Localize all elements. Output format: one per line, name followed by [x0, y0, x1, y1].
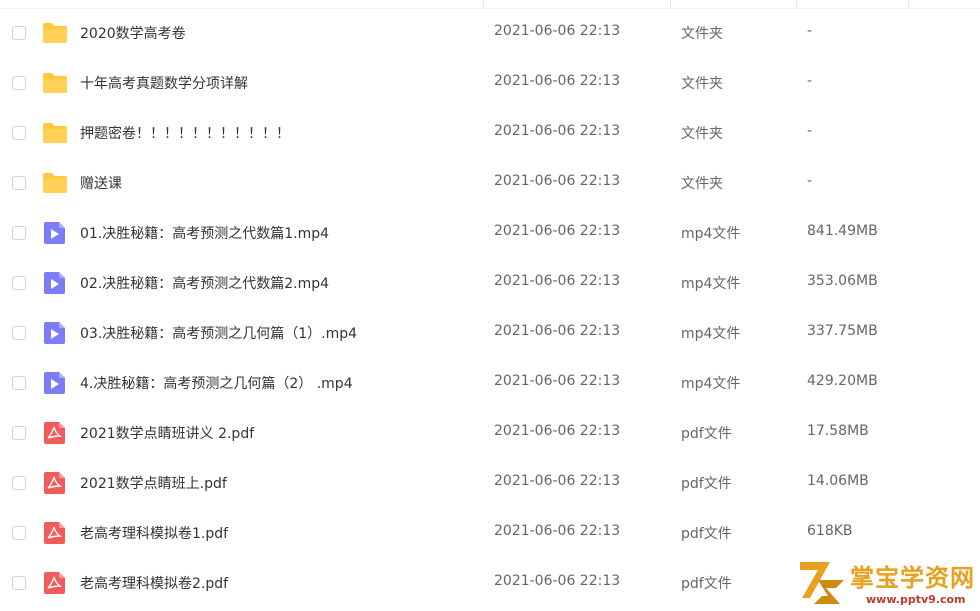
modified-date: 2021-06-06 22:13	[494, 573, 621, 589]
file-type: mp4文件	[681, 226, 741, 242]
file-row[interactable]: 02.决胜秘籍：高考预测之代数篇2.mp4 2021-06-06 22:13 mp4…	[0, 259, 980, 309]
select-checkbox[interactable]	[12, 176, 26, 190]
modified-date: 2021-06-06 22:13	[494, 423, 621, 439]
modified-date: 2021-06-06 22:13	[494, 173, 621, 189]
folder-icon	[42, 21, 68, 45]
file-name[interactable]: 赠送课	[80, 173, 122, 193]
file-type: 文件夹	[681, 26, 723, 42]
file-row[interactable]: 03.决胜秘籍：高考预测之几何篇（1）.mp4 2021-06-06 22:13 m…	[0, 309, 980, 359]
column-divider[interactable]	[908, 0, 909, 8]
file-size: 353.06MB	[807, 273, 878, 289]
file-row[interactable]: 4.决胜秘籍：高考预测之几何篇（2） .mp4 2021-06-06 22:13 m…	[0, 359, 980, 409]
file-size: -	[807, 123, 813, 139]
modified-date: 2021-06-06 22:13	[494, 23, 621, 39]
file-type: mp4文件	[681, 326, 741, 342]
file-name[interactable]: 01.决胜秘籍：高考预测之代数篇1.mp4	[80, 223, 329, 243]
file-name[interactable]: 02.决胜秘籍：高考预测之代数篇2.mp4	[80, 273, 329, 293]
select-checkbox[interactable]	[12, 326, 26, 340]
file-row[interactable]: 2020数学高考卷 2021-06-06 22:13 文件夹 -	[0, 9, 980, 59]
select-checkbox[interactable]	[12, 526, 26, 540]
select-checkbox[interactable]	[12, 376, 26, 390]
select-checkbox[interactable]	[12, 26, 26, 40]
file-size: 429.20MB	[807, 373, 878, 389]
file-row[interactable]: 2021数学点睛班讲义 2.pdf 2021-06-06 22:13 pdf文件 17…	[0, 409, 980, 459]
video-file-icon	[42, 221, 68, 245]
column-divider[interactable]	[483, 0, 484, 8]
select-checkbox[interactable]	[12, 576, 26, 590]
file-name[interactable]: 03.决胜秘籍：高考预测之几何篇（1）.mp4	[80, 323, 357, 343]
watermark-url: www.pptv9.com	[866, 593, 966, 606]
folder-icon	[42, 121, 68, 145]
file-row[interactable]: 2021数学点睛班上.pdf 2021-06-06 22:13 pdf文件 14.06…	[0, 459, 980, 509]
video-file-icon	[42, 371, 68, 395]
file-row[interactable]: 01.决胜秘籍：高考预测之代数篇1.mp4 2021-06-06 22:13 mp4…	[0, 209, 980, 259]
file-row[interactable]: 老高考理科模拟卷1.pdf 2021-06-06 22:13 pdf文件 618KB	[0, 509, 980, 559]
file-size: 618KB	[807, 523, 853, 539]
modified-date: 2021-06-06 22:13	[494, 73, 621, 89]
file-size: -	[807, 23, 813, 39]
modified-date: 2021-06-06 22:13	[494, 273, 621, 289]
pdf-file-icon	[42, 521, 68, 545]
watermark: 7Z 掌宝学资网 www.pptv9.com	[790, 556, 980, 611]
modified-date: 2021-06-06 22:13	[494, 523, 621, 539]
file-type: 文件夹	[681, 76, 723, 92]
file-type: 文件夹	[681, 126, 723, 142]
file-size: 337.75MB	[807, 323, 878, 339]
select-checkbox[interactable]	[12, 276, 26, 290]
file-name[interactable]: 十年高考真题数学分项详解	[80, 73, 248, 93]
watermark-logo: 7Z	[800, 562, 844, 604]
file-list: 2020数学高考卷 2021-06-06 22:13 文件夹 - 十年高考真题数学分项详…	[0, 9, 980, 609]
file-name[interactable]: 老高考理科模拟卷1.pdf	[80, 523, 228, 543]
file-size: 17.58MB	[807, 423, 869, 439]
pdf-file-icon	[42, 571, 68, 595]
modified-date: 2021-06-06 22:13	[494, 223, 621, 239]
file-size: -	[807, 173, 813, 189]
file-name[interactable]: 2021数学点睛班上.pdf	[80, 473, 227, 493]
file-size: 14.06MB	[807, 473, 869, 489]
file-name[interactable]: 2021数学点睛班讲义 2.pdf	[80, 423, 254, 443]
file-size: 841.49MB	[807, 223, 878, 239]
column-divider[interactable]	[670, 0, 671, 8]
file-name[interactable]: 2020数学高考卷	[80, 23, 186, 43]
file-type: pdf文件	[681, 426, 732, 442]
file-size: -	[807, 73, 813, 89]
video-file-icon	[42, 321, 68, 345]
pdf-file-icon	[42, 471, 68, 495]
file-type: pdf文件	[681, 526, 732, 542]
file-type: pdf文件	[681, 476, 732, 492]
select-checkbox[interactable]	[12, 426, 26, 440]
file-type: mp4文件	[681, 376, 741, 392]
column-header-strip	[0, 0, 980, 9]
video-file-icon	[42, 271, 68, 295]
file-name[interactable]: 押题密卷！！！！！！！！！！！	[80, 123, 290, 143]
modified-date: 2021-06-06 22:13	[494, 123, 621, 139]
folder-icon	[42, 71, 68, 95]
select-checkbox[interactable]	[12, 476, 26, 490]
folder-icon	[42, 171, 68, 195]
file-name[interactable]: 老高考理科模拟卷2.pdf	[80, 573, 228, 593]
file-row[interactable]: 押题密卷！！！！！！！！！！！ 2021-06-06 22:13 文件夹 -	[0, 109, 980, 159]
select-checkbox[interactable]	[12, 126, 26, 140]
column-divider[interactable]	[796, 0, 797, 8]
modified-date: 2021-06-06 22:13	[494, 323, 621, 339]
select-checkbox[interactable]	[12, 76, 26, 90]
modified-date: 2021-06-06 22:13	[494, 373, 621, 389]
file-name[interactable]: 4.决胜秘籍：高考预测之几何篇（2） .mp4	[80, 373, 353, 393]
file-type: mp4文件	[681, 276, 741, 292]
file-row[interactable]: 赠送课 2021-06-06 22:13 文件夹 -	[0, 159, 980, 209]
file-type: pdf文件	[681, 576, 732, 592]
pdf-file-icon	[42, 421, 68, 445]
modified-date: 2021-06-06 22:13	[494, 473, 621, 489]
file-row[interactable]: 十年高考真题数学分项详解 2021-06-06 22:13 文件夹 -	[0, 59, 980, 109]
file-type: 文件夹	[681, 176, 723, 192]
select-checkbox[interactable]	[12, 226, 26, 240]
watermark-title: 掌宝学资网	[850, 564, 975, 592]
